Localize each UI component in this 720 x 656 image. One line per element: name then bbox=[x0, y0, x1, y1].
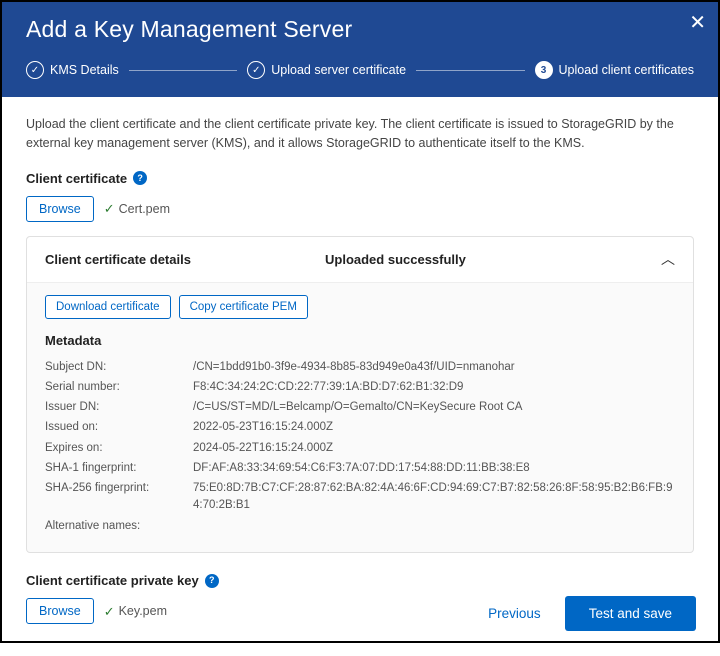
dialog-header: ✕ Add a Key Management Server ✓ KMS Deta… bbox=[2, 2, 718, 97]
metadata-key: Issued on: bbox=[45, 419, 193, 436]
dialog-footer: Previous Test and save bbox=[0, 596, 720, 631]
metadata-row: Alternative names: bbox=[45, 518, 675, 535]
metadata-value: 2024-05-22T16:15:24.000Z bbox=[193, 440, 333, 457]
wizard-steps: ✓ KMS Details ✓ Upload server certificat… bbox=[26, 61, 694, 79]
client-certificate-label: Client certificate ? bbox=[26, 169, 694, 189]
step-label: KMS Details bbox=[50, 63, 119, 77]
step-divider bbox=[129, 70, 237, 71]
details-header[interactable]: Client certificate details Uploaded succ… bbox=[27, 237, 693, 283]
client-key-label: Client certificate private key ? bbox=[26, 571, 694, 591]
check-icon: ✓ bbox=[26, 61, 44, 79]
download-certificate-button[interactable]: Download certificate bbox=[45, 295, 171, 319]
copy-certificate-pem-button[interactable]: Copy certificate PEM bbox=[179, 295, 308, 319]
chevron-up-icon[interactable]: ︿ bbox=[661, 249, 675, 270]
step-upload-server-cert[interactable]: ✓ Upload server certificate bbox=[247, 61, 406, 79]
client-cert-details-card: Client certificate details Uploaded succ… bbox=[26, 236, 694, 553]
metadata-row: SHA-1 fingerprint:DF:AF:A8:33:34:69:54:C… bbox=[45, 460, 675, 477]
upload-status: Uploaded successfully bbox=[325, 250, 466, 270]
metadata-value: 75:E0:8D:7B:C7:CF:28:87:62:BA:82:4A:46:6… bbox=[193, 480, 675, 515]
step-upload-client-certs[interactable]: 3 Upload client certificates bbox=[535, 61, 694, 79]
metadata-row: Issued on:2022-05-23T16:15:24.000Z bbox=[45, 419, 675, 436]
metadata-key: Issuer DN: bbox=[45, 399, 193, 416]
step-kms-details[interactable]: ✓ KMS Details bbox=[26, 61, 119, 79]
help-icon[interactable]: ? bbox=[205, 574, 219, 588]
step-label: Upload client certificates bbox=[559, 63, 694, 77]
metadata-list: Subject DN:/CN=1bdd91b0-3f9e-4934-8b85-8… bbox=[45, 359, 675, 535]
metadata-value: /CN=1bdd91b0-3f9e-4934-8b85-83d949e0a43f… bbox=[193, 359, 515, 376]
metadata-value: F8:4C:34:24:2C:CD:22:77:39:1A:BD:D7:62:B… bbox=[193, 379, 463, 396]
metadata-row: Issuer DN:/C=US/ST=MD/L=Belcamp/O=Gemalt… bbox=[45, 399, 675, 416]
metadata-row: Serial number:F8:4C:34:24:2C:CD:22:77:39… bbox=[45, 379, 675, 396]
metadata-key: Subject DN: bbox=[45, 359, 193, 376]
metadata-value: /C=US/ST=MD/L=Belcamp/O=Gemalto/CN=KeySe… bbox=[193, 399, 522, 416]
details-title: Client certificate details bbox=[45, 250, 325, 270]
client-cert-filename: ✓ Cert.pem bbox=[104, 199, 170, 219]
metadata-key: Expires on: bbox=[45, 440, 193, 457]
metadata-value: DF:AF:A8:33:34:69:54:C6:F3:7A:07:DD:17:5… bbox=[193, 460, 530, 477]
check-icon: ✓ bbox=[247, 61, 265, 79]
previous-button[interactable]: Previous bbox=[488, 606, 541, 621]
test-and-save-button[interactable]: Test and save bbox=[565, 596, 696, 631]
step-divider bbox=[416, 70, 524, 71]
step-number-icon: 3 bbox=[535, 61, 553, 79]
metadata-key: SHA-256 fingerprint: bbox=[45, 480, 193, 515]
metadata-value: 2022-05-23T16:15:24.000Z bbox=[193, 419, 333, 436]
dialog-body: Upload the client certificate and the cl… bbox=[2, 97, 718, 656]
metadata-key: Alternative names: bbox=[45, 518, 193, 535]
step-label: Upload server certificate bbox=[271, 63, 406, 77]
metadata-row: Subject DN:/CN=1bdd91b0-3f9e-4934-8b85-8… bbox=[45, 359, 675, 376]
browse-client-cert-button[interactable]: Browse bbox=[26, 196, 94, 222]
metadata-row: Expires on:2024-05-22T16:15:24.000Z bbox=[45, 440, 675, 457]
intro-text: Upload the client certificate and the cl… bbox=[26, 115, 694, 153]
metadata-key: SHA-1 fingerprint: bbox=[45, 460, 193, 477]
check-icon: ✓ bbox=[104, 199, 115, 219]
close-icon[interactable]: ✕ bbox=[689, 10, 706, 35]
metadata-row: SHA-256 fingerprint:75:E0:8D:7B:C7:CF:28… bbox=[45, 480, 675, 515]
metadata-key: Serial number: bbox=[45, 379, 193, 396]
dialog-title: Add a Key Management Server bbox=[26, 16, 694, 43]
help-icon[interactable]: ? bbox=[133, 171, 147, 185]
metadata-heading: Metadata bbox=[45, 331, 675, 351]
